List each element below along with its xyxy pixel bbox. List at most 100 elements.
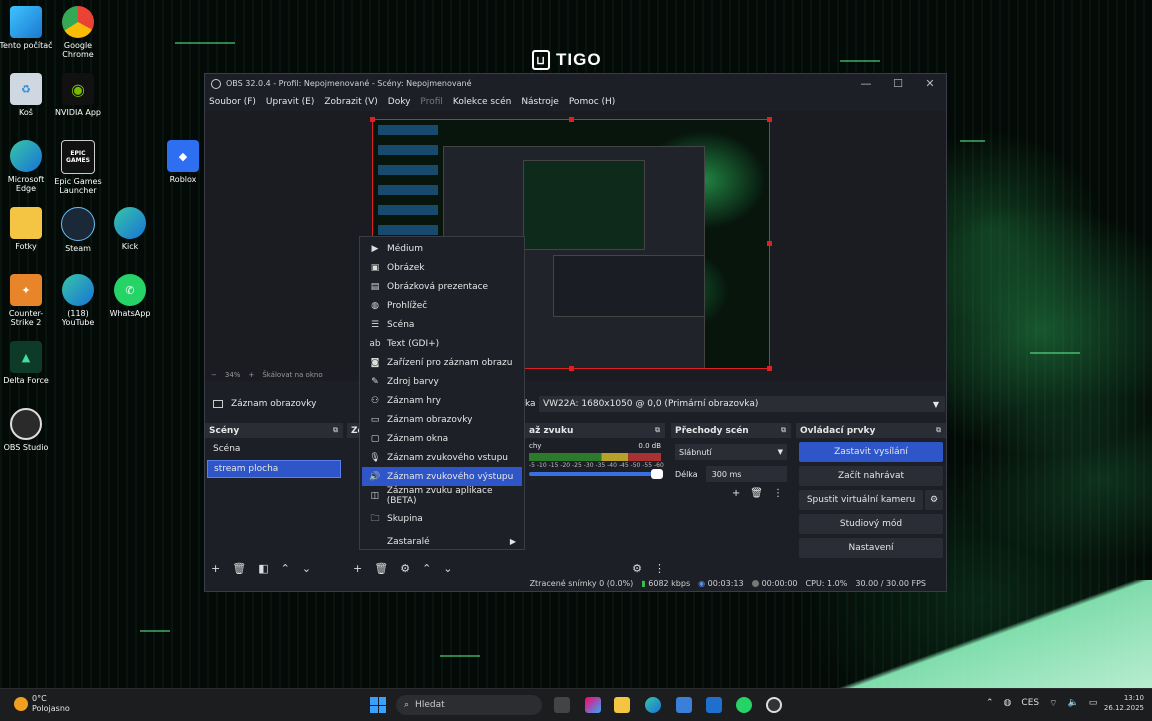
more-icon[interactable]: ⋮ [773, 488, 783, 499]
start-recording-button[interactable]: Začít nahrávat [799, 466, 943, 486]
duration-input[interactable]: 300 ms [705, 466, 787, 482]
chevron-up-icon[interactable]: ⌃ [281, 562, 290, 575]
resize-handle[interactable] [767, 117, 772, 122]
scene-item[interactable]: Scéna [207, 441, 341, 457]
trash-icon[interactable]: 🗑 [232, 562, 246, 575]
resize-handle[interactable] [370, 117, 375, 122]
network-icon[interactable]: ◍ [1004, 698, 1012, 709]
menu-item-group[interactable]: 🗀 Skupina [362, 509, 522, 528]
menu-item-media[interactable]: ▶ Médium [362, 239, 522, 258]
gear-icon[interactable]: ⚙ [925, 490, 943, 510]
transition-select[interactable]: Slábnutí ▼ [675, 444, 787, 460]
battery-icon[interactable]: ▭ [1089, 698, 1098, 709]
menu-item-display-capture[interactable]: ▭ Záznam obrazovky [362, 410, 522, 429]
stop-streaming-button[interactable]: Zastavit vysílání [799, 442, 943, 462]
mixer-settings-icon[interactable]: ⚙ [632, 562, 642, 575]
minimize-button[interactable]: — [850, 77, 882, 90]
gear-icon[interactable]: ⚙ [400, 562, 410, 575]
desktop-icon-obs[interactable]: OBS Studio [0, 408, 54, 452]
more-icon[interactable]: ⋮ [654, 562, 665, 575]
menu-item-color-source[interactable]: ✎ Zdroj barvy [362, 372, 522, 391]
desktop-icon-roblox[interactable]: ◆ Roblox [155, 140, 211, 184]
menu-docks[interactable]: Doky [388, 97, 411, 107]
trash-icon[interactable]: 🗑 [374, 562, 388, 575]
studio-mode-button[interactable]: Studiový mód [799, 514, 943, 534]
obs-icon[interactable] [766, 697, 782, 713]
outlook-icon[interactable] [706, 697, 722, 713]
desktop-icon-delta-force[interactable]: ▲ Delta Force [0, 341, 54, 385]
add-icon[interactable]: + [732, 488, 740, 499]
desktop-icon-this-pc[interactable]: Tento počítač [0, 6, 54, 50]
desktop-icon-epic-games[interactable]: EPIC GAMES Epic Games Launcher [50, 140, 106, 195]
menu-item-browser[interactable]: ◍ Prohlížeč [362, 296, 522, 315]
menu-item-video-capture[interactable]: ◙ Zařízení pro záznam obrazu [362, 353, 522, 372]
menu-item-app-audio[interactable]: ◫ Záznam zvuku aplikace (BETA) [362, 486, 522, 506]
menu-tools[interactable]: Nástroje [521, 97, 559, 107]
windows-start-icon[interactable] [370, 697, 386, 713]
menu-item-game-capture[interactable]: ⚇ Záznam hry [362, 391, 522, 410]
menu-profile[interactable]: Profil [420, 97, 442, 107]
desktop-icon-edge[interactable]: Microsoft Edge [0, 140, 54, 193]
taskbar-search[interactable]: ⌕ Hledat [396, 695, 542, 715]
add-icon[interactable]: + [211, 562, 220, 575]
scene-item-active[interactable]: stream plocha [207, 460, 341, 478]
menu-item-window-capture[interactable]: ▢ Záznam okna [362, 429, 522, 448]
chevron-up-icon[interactable]: ⌃ [422, 562, 431, 575]
menu-file[interactable]: Soubor (F) [209, 97, 256, 107]
chevron-up-icon[interactable]: ⌃ [986, 698, 994, 709]
desktop-icon-youtube[interactable]: (118) YouTube [50, 274, 106, 327]
dock-float-icon[interactable]: ⧉ [333, 426, 338, 435]
slider-thumb[interactable] [651, 469, 663, 479]
menu-item-audio-input[interactable]: 🎙 Záznam zvukového vstupu [362, 448, 522, 467]
menu-item-image[interactable]: ▣ Obrázek [362, 258, 522, 277]
menu-scene-collection[interactable]: Kolekce scén [453, 97, 511, 107]
clock[interactable]: 13:10 26.12.2025 [1104, 693, 1144, 713]
menu-view[interactable]: Zobrazit (V) [324, 97, 377, 107]
resize-handle[interactable] [767, 241, 772, 246]
start-virtual-camera-button[interactable]: Spustit virtuální kameru [799, 490, 923, 510]
chevron-down-icon[interactable]: ⌄ [302, 562, 311, 575]
task-view-icon[interactable] [554, 697, 570, 713]
menu-edit[interactable]: Upravit (E) [266, 97, 314, 107]
desktop-icon-steam[interactable]: Steam [50, 207, 106, 253]
add-source-icon[interactable]: + [353, 562, 362, 575]
chevron-down-icon[interactable]: ⌄ [443, 562, 452, 575]
desktop-icon-nvidia[interactable]: ◉ NVIDIA App [50, 73, 106, 117]
settings-button[interactable]: Nastavení [799, 538, 943, 558]
menu-item-scene[interactable]: ☰ Scéna [362, 315, 522, 334]
desktop-icon-counter-strike[interactable]: ✦ Counter-Strike 2 [0, 274, 54, 327]
close-button[interactable]: ✕ [914, 77, 946, 90]
store-icon[interactable] [676, 697, 692, 713]
language-indicator[interactable]: CES [1021, 698, 1039, 709]
zoom-in-button[interactable]: + [248, 371, 254, 379]
file-explorer-icon[interactable] [614, 697, 630, 713]
menu-item-deprecated[interactable]: Zastaralé ▶ [362, 532, 522, 551]
dock-float-icon[interactable]: ⧉ [781, 426, 786, 435]
menu-help[interactable]: Pomoc (H) [569, 97, 616, 107]
whatsapp-icon[interactable] [736, 697, 752, 713]
volume-slider[interactable] [529, 469, 663, 479]
preview-area[interactable]: − 34% + Škálovat na okno [205, 111, 946, 381]
scale-to-window[interactable]: Škálovat na okno [262, 371, 322, 379]
weather-widget[interactable]: 0°C Polojasno [14, 694, 70, 714]
wifi-icon[interactable]: ⌔ [1049, 698, 1057, 709]
desktop-icon-photos[interactable]: Fotky [0, 207, 54, 251]
zoom-out-button[interactable]: − [211, 371, 217, 379]
filter-icon[interactable]: ◧ [258, 562, 268, 575]
menu-item-slideshow[interactable]: ▤ Obrázková prezentace [362, 277, 522, 296]
resize-handle[interactable] [569, 117, 574, 122]
copilot-icon[interactable] [585, 697, 601, 713]
edge-icon[interactable] [645, 697, 661, 713]
menu-item-audio-output[interactable]: 🔊 Záznam zvukového výstupu [362, 467, 522, 486]
dock-float-icon[interactable]: ⧉ [936, 426, 941, 435]
display-select[interactable]: VW22A: 1680x1050 @ 0,0 (Primární obrazov… [539, 396, 945, 412]
volume-icon[interactable]: 🔈 [1068, 698, 1079, 709]
menu-item-text[interactable]: ab Text (GDI+) [362, 334, 522, 353]
desktop-icon-recycle-bin[interactable]: ♻ Koš [0, 73, 54, 117]
desktop-icon-whatsapp[interactable]: ✆ WhatsApp [102, 274, 158, 318]
dock-float-icon[interactable]: ⧉ [655, 426, 660, 435]
desktop-icon-kick[interactable]: Kick [102, 207, 158, 251]
desktop-icon-chrome[interactable]: Google Chrome [50, 6, 106, 59]
trash-icon[interactable]: 🗑 [750, 488, 763, 499]
maximize-button[interactable]: ☐ [882, 77, 914, 90]
